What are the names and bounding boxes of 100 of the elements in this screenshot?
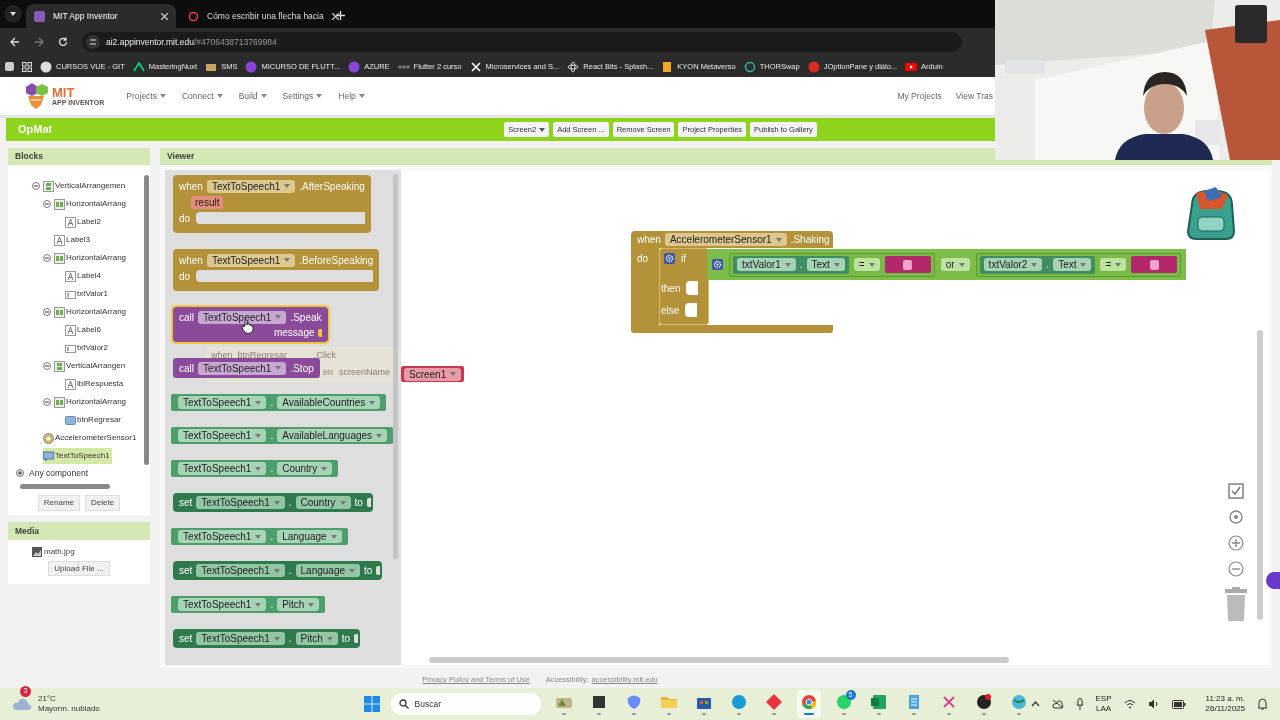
nav-menu[interactable]: Help xyxy=(338,89,365,103)
nav-menu[interactable]: Build xyxy=(238,89,267,103)
new-tab-icon[interactable] xyxy=(336,11,345,20)
nav-menu[interactable]: Projects xyxy=(126,89,166,103)
tree-item[interactable]: HorizontalArrang xyxy=(54,250,129,266)
tree-item[interactable]: Label4 xyxy=(65,268,104,284)
zoom-in-icon[interactable] xyxy=(1228,535,1244,551)
gear-icon[interactable] xyxy=(664,253,675,264)
tree-item[interactable]: TextToSpeech1 xyxy=(43,448,112,464)
or-block[interactable]: txtValor1 . Text = or txtValor2 . Text = xyxy=(707,249,1187,280)
component-dropdown[interactable]: Language xyxy=(295,564,360,577)
component-dropdown[interactable]: Pitch xyxy=(295,632,338,645)
trash-icon[interactable] xyxy=(1223,587,1249,621)
horizontal-scrollbar[interactable] xyxy=(20,484,110,489)
recenter-icon[interactable] xyxy=(1228,509,1244,525)
parameter-chip[interactable]: result xyxy=(191,195,224,209)
component-dropdown[interactable]: = xyxy=(1100,258,1127,271)
panel-button[interactable]: Rename xyxy=(37,495,81,511)
vertical-scrollbar[interactable] xyxy=(1257,330,1263,620)
diamond-app-icon[interactable] xyxy=(764,693,783,711)
tab-search-icon[interactable] xyxy=(5,62,14,71)
microphone-icon[interactable] xyxy=(1075,698,1084,710)
component-dropdown[interactable]: AccelerometerSensor1 xyxy=(664,233,787,246)
compare-block[interactable]: txtValor1 . Text = xyxy=(729,252,935,277)
tree-item[interactable]: AccelerometerSensor1 xyxy=(43,430,139,446)
component-dropdown[interactable]: TextToSpeech1 xyxy=(178,598,267,611)
reload-icon[interactable] xyxy=(58,37,68,47)
edge-app-icon[interactable] xyxy=(729,693,748,711)
component-dropdown[interactable]: Text xyxy=(806,258,845,271)
tree-item[interactable]: Label3 xyxy=(54,232,93,248)
compare-block[interactable]: txtValor2 . Text = xyxy=(975,252,1182,277)
tree-item[interactable]: txtValor2 xyxy=(65,340,110,356)
tree-item[interactable]: btnRegresar xyxy=(65,412,124,428)
drawer-scrollbar[interactable] xyxy=(393,174,398,559)
close-icon[interactable] xyxy=(161,12,168,20)
close-icon[interactable] xyxy=(331,12,339,20)
input-language[interactable]: ESP LAA xyxy=(1095,694,1112,714)
property-getter-block[interactable]: TextToSpeech1 . AvailableCountries xyxy=(171,394,387,411)
component-dropdown[interactable]: TextToSpeech1 xyxy=(178,429,267,442)
property-setter-block[interactable]: set TextToSpeech1 . Country to xyxy=(173,493,373,512)
component-dropdown[interactable]: Text xyxy=(1053,258,1092,271)
property-getter-block[interactable]: TextToSpeech1 . Pitch xyxy=(171,596,326,613)
collapse-icon[interactable] xyxy=(43,308,51,316)
component-dropdown[interactable]: txtValor1 xyxy=(737,258,796,271)
collapse-icon[interactable] xyxy=(43,362,51,370)
property-setter-block[interactable]: set TextToSpeech1 . Language to xyxy=(173,561,383,580)
component-dropdown[interactable]: TextToSpeech1 xyxy=(198,310,287,324)
tree-item[interactable]: HorizontalArrang xyxy=(54,196,129,212)
component-dropdown[interactable]: txtValor2 xyxy=(983,258,1043,271)
apps-grid-icon[interactable] xyxy=(22,61,32,72)
excel-app-icon[interactable] xyxy=(869,693,888,711)
expand-icon[interactable] xyxy=(16,469,24,477)
property-getter-block[interactable]: txtValor2 . Text xyxy=(979,255,1096,274)
chevron-up-icon[interactable] xyxy=(1030,701,1040,707)
tree-item[interactable]: txtValor1 xyxy=(65,286,110,302)
collapse-icon[interactable] xyxy=(43,254,51,262)
tree-item[interactable]: Label2 xyxy=(65,214,104,230)
component-dropdown[interactable]: TextToSpeech1 xyxy=(196,564,285,577)
start-icon[interactable] xyxy=(363,696,380,712)
clock[interactable]: 11:23 a. m. 26/11/2025 xyxy=(1205,694,1245,714)
collapse-icon[interactable] xyxy=(43,200,51,208)
component-dropdown[interactable]: TextToSpeech1 xyxy=(196,632,285,645)
component-dropdown[interactable]: TextToSpeech1 xyxy=(196,496,285,509)
speaker-icon[interactable] xyxy=(1147,699,1160,709)
extension-icon[interactable] xyxy=(1266,572,1280,589)
method-block[interactable]: call TextToSpeech1 .Speak message xyxy=(173,307,328,342)
upload-button[interactable]: Upload File ... xyxy=(48,561,110,576)
vertical-scrollbar[interactable] xyxy=(144,175,149,465)
cloud-off-icon[interactable] xyxy=(1051,699,1064,709)
component-dropdown[interactable]: Pitch xyxy=(277,598,320,611)
component-dropdown[interactable]: AvailableLanguages xyxy=(277,429,388,442)
horizontal-scrollbar[interactable] xyxy=(429,657,1009,663)
tree-item[interactable]: HorizontalArrang xyxy=(54,394,129,410)
back-icon[interactable] xyxy=(10,37,20,47)
component-dropdown[interactable]: or xyxy=(940,258,970,271)
tree-item[interactable]: lblRespuesta xyxy=(65,376,126,392)
tree-item[interactable]: Label6 xyxy=(65,322,104,338)
component-dropdown[interactable]: = xyxy=(853,258,880,271)
globe-app-icon[interactable] xyxy=(1009,693,1028,711)
component-dropdown[interactable]: TextToSpeech1 xyxy=(198,361,287,375)
gear-icon[interactable] xyxy=(712,259,723,270)
search-field[interactable]: Buscar xyxy=(390,693,541,715)
component-dropdown[interactable]: TextToSpeech1 xyxy=(206,179,296,193)
text-string-block[interactable] xyxy=(1131,256,1178,273)
battery-icon[interactable] xyxy=(1171,699,1186,709)
checklist-icon[interactable] xyxy=(1228,483,1244,499)
site-settings-icon[interactable] xyxy=(86,35,100,49)
component-dropdown[interactable]: TextToSpeech1 xyxy=(178,530,267,543)
event-block[interactable]: when TextToSpeech1 .AfterSpeaking result do xyxy=(173,175,371,233)
property-getter-block[interactable]: txtValor1 . Text xyxy=(733,255,849,274)
component-dropdown[interactable]: TextToSpeech1 xyxy=(178,396,267,409)
tree-item[interactable]: HorizontalArrang xyxy=(54,304,129,320)
chrome-app-icon[interactable] xyxy=(799,693,818,711)
nav-menu[interactable]: Connect xyxy=(182,89,223,103)
component-dropdown[interactable]: Country xyxy=(277,462,333,475)
browser-tab[interactable]: MIT App Inventor xyxy=(26,4,176,28)
component-dropdown[interactable]: AvailableCountries xyxy=(277,396,381,409)
notifications-icon[interactable] xyxy=(1257,698,1268,710)
panel-button[interactable]: Delete xyxy=(85,495,121,511)
nav-link[interactable]: View Tras xyxy=(955,89,993,103)
